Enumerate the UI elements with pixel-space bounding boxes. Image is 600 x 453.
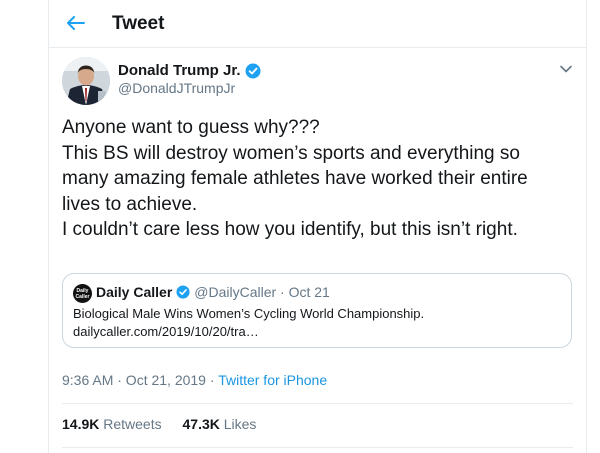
retweets-count: 14.9K — [62, 416, 100, 432]
tweet-text-line: lives to achieve. — [62, 193, 198, 215]
likes-count: 47.3K — [182, 416, 220, 432]
meta-separator: · — [209, 372, 215, 388]
tweet-metadata: 9:36 AM · Oct 21, 2019 · Twitter for iPh… — [62, 372, 327, 388]
tweet-text-line: I couldn’t care less how you identify, b… — [62, 219, 518, 240]
quoted-tweet-text: Biological Male Wins Women’s Cycling Wor… — [73, 306, 425, 321]
author-avatar[interactable] — [62, 57, 110, 105]
tweet-text: Anyone want to guess why??? This BS will… — [62, 115, 572, 243]
author-name[interactable]: Donald Trump Jr. — [118, 62, 261, 79]
quoted-author-avatar: Daily Caller — [73, 284, 92, 303]
quoted-tweet-link[interactable]: dailycaller.com/2019/10/20/tra… — [73, 324, 259, 339]
tweet-stats: 14.9K Retweets 47.3K Likes — [62, 416, 273, 432]
page-title: Tweet — [112, 13, 165, 34]
tweet-source-link[interactable]: Twitter for iPhone — [218, 372, 327, 388]
tweet-text-line: many amazing female athletes have worked… — [62, 168, 528, 189]
divider — [62, 447, 573, 448]
quoted-author-name: Daily Caller — [96, 284, 173, 300]
retweets-stat[interactable]: 14.9K Retweets — [62, 416, 162, 432]
back-button[interactable] — [61, 8, 91, 38]
quoted-tweet-header: Daily Caller @DailyCaller · Oct 21 — [96, 284, 330, 300]
quoted-tweet-card[interactable]: Daily Caller Daily Caller @DailyCaller ·… — [62, 273, 572, 348]
author-handle[interactable]: @DonaldJTrumpJr — [118, 80, 235, 96]
tweet-text-line: Anyone want to guess why??? — [62, 117, 320, 138]
likes-label: Likes — [223, 416, 257, 432]
tweet-text-line: This BS will destroy women’s sports and … — [62, 142, 520, 164]
more-options-button[interactable] — [555, 61, 577, 77]
page-header: Tweet — [49, 0, 586, 48]
author-name-text: Donald Trump Jr. — [118, 62, 241, 79]
tweet-timestamp[interactable]: 9:36 AM · Oct 21, 2019 — [62, 372, 206, 388]
retweets-label: Retweets — [103, 416, 162, 432]
verified-badge-icon — [245, 63, 261, 78]
avatar-image — [62, 57, 110, 105]
divider — [62, 403, 573, 404]
chevron-down-icon — [560, 65, 572, 73]
arrow-left-icon — [67, 16, 85, 30]
likes-stat[interactable]: 47.3K Likes — [183, 416, 257, 432]
tweet-page: Tweet Donald Trump Jr. @DonaldJTrumpJr A… — [48, 0, 587, 453]
verified-badge-icon — [176, 285, 190, 299]
quoted-handle-date: @DailyCaller · Oct 21 — [194, 284, 330, 300]
